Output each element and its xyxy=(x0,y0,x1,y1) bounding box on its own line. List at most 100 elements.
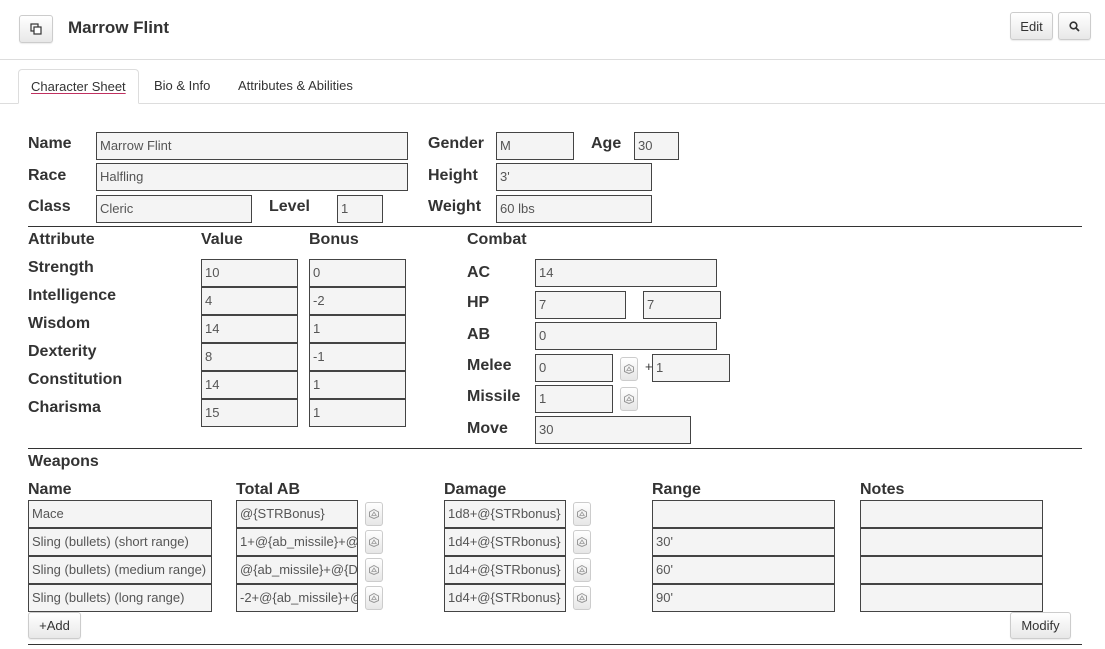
weapon-name-header: Name xyxy=(28,481,72,498)
ac-field[interactable]: 14 xyxy=(535,259,717,287)
attribute-value-field[interactable]: 15 xyxy=(201,399,298,427)
section-divider xyxy=(28,644,1082,645)
melee-field[interactable]: 0 xyxy=(535,354,613,382)
weapon-name-field[interactable]: Sling (bullets) (long range) xyxy=(28,584,212,612)
missile-field[interactable]: 1 xyxy=(535,385,613,413)
race-field[interactable]: Halfling xyxy=(96,163,408,191)
page-title: Marrow Flint xyxy=(68,18,170,37)
race-label: Race xyxy=(28,167,67,184)
weapon-range-field[interactable] xyxy=(652,500,835,528)
section-divider xyxy=(28,448,1082,449)
weapon-name-field[interactable]: Sling (bullets) (short range) xyxy=(28,528,212,556)
weapon-ab-field[interactable]: -2+@{ab_missile}+@{DEXbonus} xyxy=(236,584,358,612)
tab-character-sheet[interactable]: Character Sheet xyxy=(18,69,139,104)
attribute-bonus-field[interactable]: 1 xyxy=(309,371,406,399)
class-label: Class xyxy=(28,198,71,215)
name-label: Name xyxy=(28,135,72,152)
weapon-notes-field[interactable] xyxy=(860,500,1043,528)
weapon-notes-field[interactable] xyxy=(860,584,1043,612)
attribute-value-field[interactable]: 8 xyxy=(201,343,298,371)
weapon-notes-field[interactable] xyxy=(860,556,1043,584)
weapon-damage-roll-button[interactable] xyxy=(573,586,591,610)
attribute-value-field[interactable]: 10 xyxy=(201,259,298,287)
weapon-damage-roll-button[interactable] xyxy=(573,530,591,554)
combat-header: Combat xyxy=(467,231,527,248)
attribute-value-field[interactable]: 14 xyxy=(201,315,298,343)
popout-button[interactable] xyxy=(19,15,53,43)
search-button[interactable] xyxy=(1058,12,1091,40)
weapon-range-field[interactable]: 30' xyxy=(652,528,835,556)
attribute-bonus-field[interactable]: -2 xyxy=(309,287,406,315)
height-field[interactable]: 3' xyxy=(496,163,652,191)
search-icon xyxy=(1069,20,1080,32)
section-divider xyxy=(28,226,1082,227)
weapon-damage-roll-button[interactable] xyxy=(573,502,591,526)
attribute-value-field[interactable]: 4 xyxy=(201,287,298,315)
hp-field[interactable]: 7 xyxy=(535,291,626,319)
dice-icon xyxy=(577,565,587,575)
add-weapon-button[interactable]: +Add xyxy=(28,612,81,639)
weapon-name-field[interactable]: Mace xyxy=(28,500,212,528)
weapon-name-field[interactable]: Sling (bullets) (medium range) xyxy=(28,556,212,584)
header-divider xyxy=(0,59,1105,60)
weapon-ab-field[interactable]: @{ab_missile}+@{DEXbonus} xyxy=(236,556,358,584)
weapon-notes-field[interactable] xyxy=(860,528,1043,556)
level-field[interactable]: 1 xyxy=(337,195,383,223)
weapon-ab-roll-button[interactable] xyxy=(365,502,383,526)
weapon-damage-field[interactable]: 1d4+@{STRbonus} xyxy=(444,528,566,556)
weapon-damage-header: Damage xyxy=(444,481,507,498)
class-field[interactable]: Cleric xyxy=(96,195,252,223)
attribute-name: Intelligence xyxy=(28,287,117,304)
attribute-bonus-field[interactable]: 1 xyxy=(309,399,406,427)
weapon-damage-field[interactable]: 1d8+@{STRbonus} xyxy=(444,500,566,528)
weapon-ab-roll-button[interactable] xyxy=(365,558,383,582)
dice-icon xyxy=(577,537,587,547)
melee-roll-button[interactable] xyxy=(620,357,638,381)
gender-field[interactable]: M xyxy=(496,132,574,160)
hp-max-field[interactable]: 7 xyxy=(643,291,721,319)
tab-bio-info[interactable]: Bio & Info xyxy=(142,69,222,104)
tab-label: Character Sheet xyxy=(31,79,126,94)
attribute-name: Dexterity xyxy=(28,343,97,360)
weapon-ab-header: Total AB xyxy=(236,481,300,498)
name-field[interactable]: Marrow Flint xyxy=(96,132,408,160)
weapon-ab-roll-button[interactable] xyxy=(365,530,383,554)
missile-roll-button[interactable] xyxy=(620,387,638,411)
ab-label: AB xyxy=(467,326,491,343)
age-field[interactable]: 30 xyxy=(634,132,679,160)
weapon-damage-field[interactable]: 1d4+@{STRbonus} xyxy=(444,556,566,584)
weapon-range-header: Range xyxy=(652,481,701,498)
weight-label: Weight xyxy=(428,198,482,215)
weapon-ab-roll-button[interactable] xyxy=(365,586,383,610)
value-header: Value xyxy=(201,231,243,248)
weight-field[interactable]: 60 lbs xyxy=(496,195,652,223)
attribute-bonus-field[interactable]: 1 xyxy=(309,315,406,343)
attribute-name: Constitution xyxy=(28,371,123,388)
attribute-value-field[interactable]: 14 xyxy=(201,371,298,399)
melee-label: Melee xyxy=(467,357,512,374)
tab-attributes-abilities[interactable]: Attributes & Abilities xyxy=(226,69,365,104)
age-label: Age xyxy=(591,135,622,152)
move-label: Move xyxy=(467,420,508,437)
edit-button[interactable]: Edit xyxy=(1010,12,1053,40)
bonus-header: Bonus xyxy=(309,231,359,248)
weapon-ab-field[interactable]: @{STRBonus} xyxy=(236,500,358,528)
dice-icon xyxy=(369,509,379,519)
weapon-ab-field[interactable]: 1+@{ab_missile}+@{DEXbonus} xyxy=(236,528,358,556)
weapon-damage-roll-button[interactable] xyxy=(573,558,591,582)
modify-weapons-button[interactable]: Modify xyxy=(1010,612,1071,639)
weapon-range-field[interactable]: 90' xyxy=(652,584,835,612)
attribute-bonus-field[interactable]: 0 xyxy=(309,259,406,287)
weapons-header: Weapons xyxy=(28,453,99,470)
missile-label: Missile xyxy=(467,388,521,405)
attribute-bonus-field[interactable]: -1 xyxy=(309,343,406,371)
weapon-range-field[interactable]: 60' xyxy=(652,556,835,584)
ab-field[interactable]: 0 xyxy=(535,322,717,350)
melee-bonus-field[interactable]: 1 xyxy=(652,354,730,382)
attribute-header: Attribute xyxy=(28,231,95,248)
hp-label: HP xyxy=(467,294,490,311)
move-field[interactable]: 30 xyxy=(535,416,691,444)
weapon-damage-field[interactable]: 1d4+@{STRbonus} xyxy=(444,584,566,612)
dice-icon xyxy=(624,394,634,404)
attribute-name: Strength xyxy=(28,259,94,276)
